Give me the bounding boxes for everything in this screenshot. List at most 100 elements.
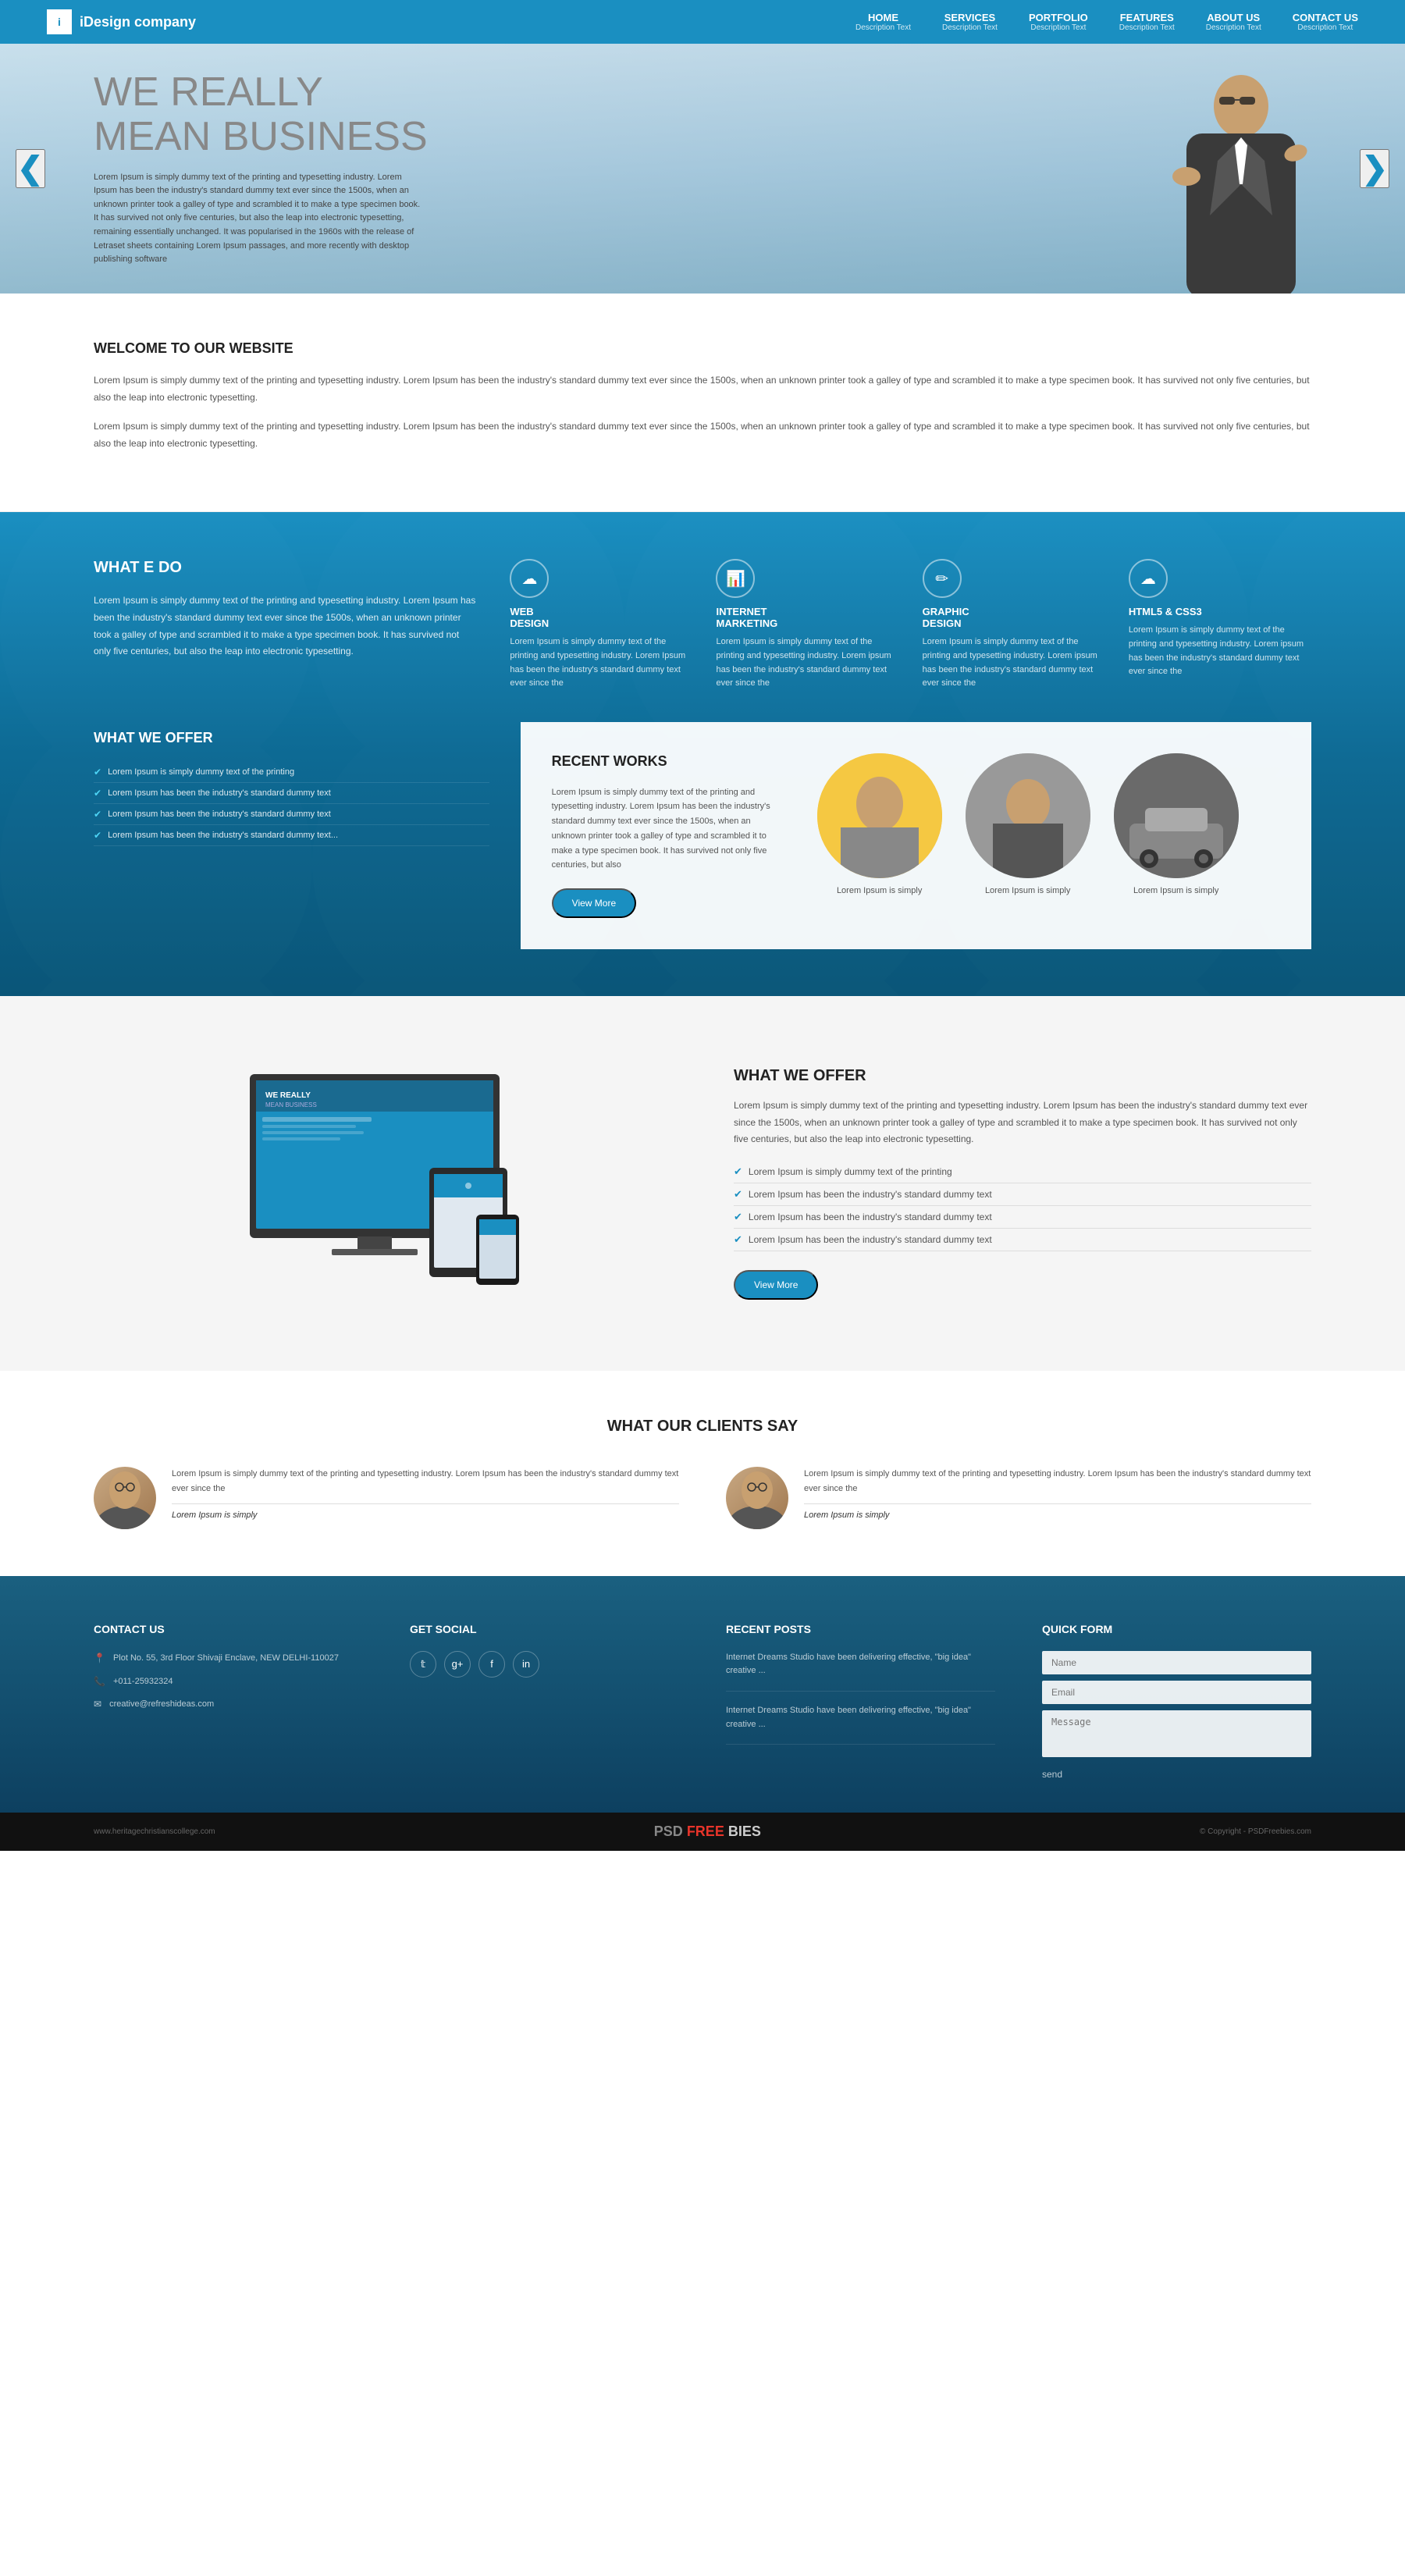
what-we-offer-title: WHAT WE OFFER — [94, 730, 489, 746]
welcome-title: WELCOME TO OUR WEBSITE — [94, 340, 1311, 357]
internet-marketing-icon: 📊 — [716, 559, 755, 598]
linkedin-icon[interactable]: in — [513, 1651, 539, 1678]
blue-left-col: WHAT E DO Lorem Ipsum is simply dummy te… — [94, 559, 478, 690]
blue-offer-grid: WHAT WE OFFER ✔Lorem Ipsum is simply dum… — [94, 730, 1311, 949]
nav-services[interactable]: SERVICES Description Text — [942, 12, 998, 32]
offer-view-more-button[interactable]: View More — [734, 1270, 818, 1300]
welcome-para1: Lorem Ipsum is simply dummy text of the … — [94, 372, 1311, 406]
view-more-button[interactable]: View More — [552, 888, 636, 918]
main-nav: HOME Description Text SERVICES Descripti… — [855, 12, 1358, 32]
work-label-2: Lorem Ipsum is simply — [966, 886, 1090, 895]
clients-title: WHAT OUR CLIENTS SAY — [94, 1418, 1311, 1436]
email-icon: ✉ — [94, 1699, 101, 1710]
form-name-input[interactable] — [1042, 1651, 1311, 1674]
footer-form-title: QUICK FORM — [1042, 1623, 1311, 1635]
nav-about[interactable]: ABOUT US Description Text — [1206, 12, 1261, 32]
client-card-2: Lorem Ipsum is simply dummy text of the … — [726, 1467, 1311, 1529]
work-circle-1 — [817, 753, 942, 878]
work-item-1: Lorem Ipsum is simply — [817, 753, 942, 895]
works-images: Lorem Ipsum is simply — [817, 753, 1280, 918]
footer-social-col: GET SOCIAL 𝕥 g+ f in — [410, 1623, 679, 1781]
what-we-do-text: Lorem Ipsum is simply dummy text of the … — [94, 592, 478, 660]
nav-contact[interactable]: CONTACT US Description Text — [1293, 12, 1358, 32]
social-icons: 𝕥 g+ f in — [410, 1651, 679, 1678]
offer-white-section: WE REALLY MEAN BUSINESS W — [0, 996, 1405, 1371]
hero-next-button[interactable]: ❯ — [1360, 149, 1389, 188]
offer-item-2: ✔Lorem Ipsum has been the industry's sta… — [94, 783, 489, 804]
blue-section: WHAT E DO Lorem Ipsum is simply dummy te… — [0, 512, 1405, 996]
footer-posts-col: RECENT POSTS Internet Dreams Studio have… — [726, 1623, 995, 1781]
post-text-2: Internet Dreams Studio have been deliver… — [726, 1704, 995, 1731]
logo-icon: i — [47, 9, 72, 34]
copyright-text: © Copyright - PSDFreebies.com — [1200, 1827, 1311, 1836]
service-web-title: WEBDESIGN — [510, 606, 692, 629]
svg-text:WE REALLY: WE REALLY — [265, 1091, 311, 1100]
work-label-1: Lorem Ipsum is simply — [817, 886, 942, 895]
logo-letter: i — [58, 16, 61, 28]
work-circle-2 — [966, 753, 1090, 878]
header: i iDesign company HOME Description Text … — [0, 0, 1405, 44]
recent-post-1: Internet Dreams Studio have been deliver… — [726, 1651, 995, 1692]
service-html5: ☁ HTML5 & CSS3 Lorem Ipsum is simply dum… — [1129, 559, 1311, 690]
post-text-1: Internet Dreams Studio have been deliver… — [726, 1651, 995, 1678]
offer-white-item-4: ✔Lorem Ipsum has been the industry's sta… — [734, 1229, 1311, 1251]
offer-white-inner: WE REALLY MEAN BUSINESS W — [94, 1059, 1311, 1308]
offer-item-1: ✔Lorem Ipsum is simply dummy text of the… — [94, 762, 489, 783]
form-send-button[interactable]: send — [1042, 1769, 1062, 1780]
devices-svg: WE REALLY MEAN BUSINESS — [187, 1059, 578, 1308]
footer: CONTACT US 📍 Plot No. 55, 3rd Floor Shiv… — [0, 1576, 1405, 1813]
footer-phone-item: 📞 +011-25932324 — [94, 1674, 363, 1690]
footer-posts-title: RECENT POSTS — [726, 1623, 995, 1635]
footer-contact-title: CONTACT US — [94, 1623, 363, 1635]
client-content-1: Lorem Ipsum is simply dummy text of the … — [172, 1467, 679, 1520]
svg-text:MEAN BUSINESS: MEAN BUSINESS — [265, 1101, 317, 1108]
footer-address-item: 📍 Plot No. 55, 3rd Floor Shivaji Enclave… — [94, 1651, 363, 1667]
recent-works-text: Lorem Ipsum is simply dummy text of the … — [552, 785, 786, 873]
offer-item-3: ✔Lorem Ipsum has been the industry's sta… — [94, 804, 489, 825]
logo-name: iDesign company — [80, 14, 196, 30]
location-icon: 📍 — [94, 1653, 105, 1663]
nav-features[interactable]: FEATURES Description Text — [1119, 12, 1175, 32]
client-text-2: Lorem Ipsum is simply dummy text of the … — [804, 1467, 1311, 1504]
form-email-input[interactable] — [1042, 1681, 1311, 1704]
works-left: RECENT WORKS Lorem Ipsum is simply dummy… — [552, 753, 786, 918]
service-html5-title: HTML5 & CSS3 — [1129, 606, 1311, 617]
client-text-1: Lorem Ipsum is simply dummy text of the … — [172, 1467, 679, 1504]
welcome-para2: Lorem Ipsum is simply dummy text of the … — [94, 418, 1311, 452]
footer-form-col: QUICK FORM send — [1042, 1623, 1311, 1781]
welcome-section: WELCOME TO OUR WEBSITE Lorem Ipsum is si… — [0, 294, 1405, 512]
footer-contact-col: CONTACT US 📍 Plot No. 55, 3rd Floor Shiv… — [94, 1623, 363, 1781]
hero-person-image — [1155, 59, 1327, 294]
devices-mockup-wrap: WE REALLY MEAN BUSINESS — [94, 1059, 671, 1308]
facebook-icon[interactable]: f — [478, 1651, 505, 1678]
offer-white-checklist: ✔Lorem Ipsum is simply dummy text of the… — [734, 1161, 1311, 1251]
offer-white-item-1: ✔Lorem Ipsum is simply dummy text of the… — [734, 1161, 1311, 1183]
offer-white-item-3: ✔Lorem Ipsum has been the industry's sta… — [734, 1206, 1311, 1229]
service-html5-text: Lorem Ipsum is simply dummy text of the … — [1129, 624, 1311, 678]
service-web-design: ☁ WEBDESIGN Lorem Ipsum is simply dummy … — [510, 559, 692, 690]
offer-left: WHAT WE OFFER ✔Lorem Ipsum is simply dum… — [94, 730, 489, 949]
clients-section: WHAT OUR CLIENTS SAY Lorem Ipsum is simp… — [0, 1371, 1405, 1576]
client-content-2: Lorem Ipsum is simply dummy text of the … — [804, 1467, 1311, 1520]
google-plus-icon[interactable]: g+ — [444, 1651, 471, 1678]
hero-content: WE REALLY MEAN BUSINESS Lorem Ipsum is s… — [0, 70, 521, 267]
work-item-3: Lorem Ipsum is simply — [1114, 753, 1239, 895]
phone-icon: 📞 — [94, 1676, 105, 1687]
footer-email: creative@refreshideas.com — [109, 1697, 214, 1713]
html5-icon: ☁ — [1129, 559, 1168, 598]
hero-prev-button[interactable]: ❮ — [16, 149, 45, 188]
psd-logo-text: PSD FREE BIES — [654, 1823, 761, 1840]
client-avatar-2 — [726, 1467, 788, 1529]
clients-grid: Lorem Ipsum is simply dummy text of the … — [94, 1467, 1311, 1529]
web-design-icon: ☁ — [510, 559, 549, 598]
nav-portfolio[interactable]: PORTFOLIO Description Text — [1029, 12, 1088, 32]
recent-post-2: Internet Dreams Studio have been deliver… — [726, 1704, 995, 1745]
psd-freebies-logo: PSD FREE BIES — [654, 1823, 761, 1840]
service-im-text: Lorem Ipsum is simply dummy text of the … — [716, 635, 898, 690]
recent-works-title: RECENT WORKS — [552, 753, 786, 770]
twitter-icon[interactable]: 𝕥 — [410, 1651, 436, 1678]
work-item-2: Lorem Ipsum is simply — [966, 753, 1090, 895]
client-avatar-1 — [94, 1467, 156, 1529]
form-message-input[interactable] — [1042, 1710, 1311, 1757]
nav-home[interactable]: HOME Description Text — [855, 12, 911, 32]
